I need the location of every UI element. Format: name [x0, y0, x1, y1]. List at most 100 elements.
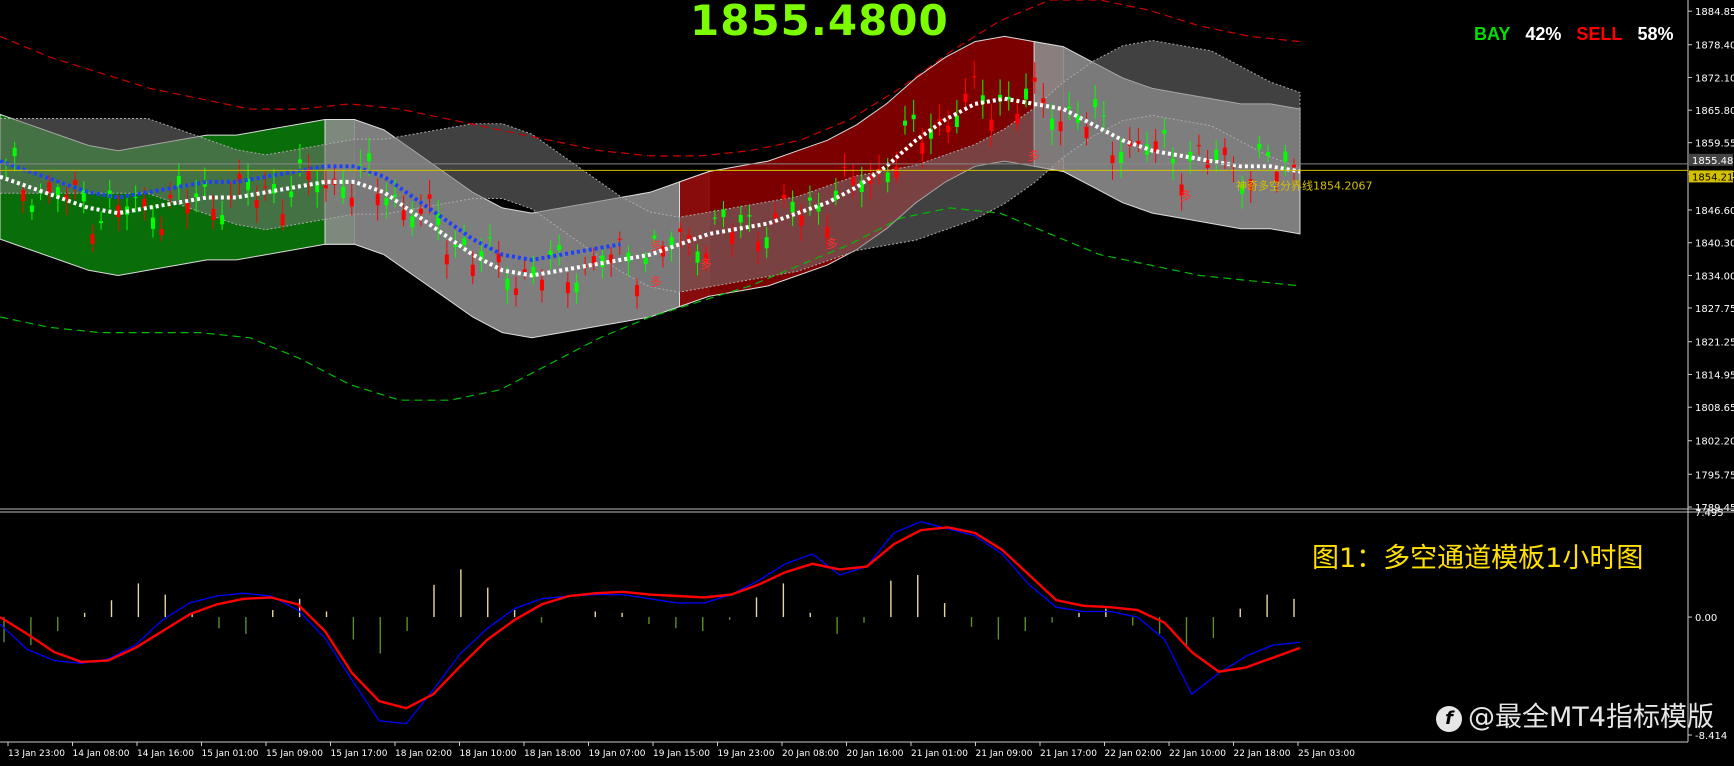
- divider-label: 神奇多空分界线1854.2067: [1236, 178, 1372, 192]
- x-tick-label: 18 Jan 10:00: [460, 749, 517, 759]
- candle-bull: [1049, 118, 1054, 130]
- buy-sell-ratio: BAY 42% SELL 58%: [1474, 24, 1683, 45]
- candle-bull: [410, 216, 415, 228]
- candle-bear: [635, 285, 640, 297]
- candle-bull: [99, 221, 104, 224]
- candle-bull: [1162, 129, 1167, 134]
- candle-bull: [297, 159, 302, 164]
- y-tick-label: 1865.80: [1695, 106, 1734, 117]
- y-tick-label: 1884.85: [1695, 7, 1734, 18]
- brand-logo-icon: f: [1436, 705, 1462, 732]
- x-tick-label: 13 Jan 23:00: [8, 749, 65, 759]
- candle-bull: [643, 257, 648, 264]
- candle-bear: [972, 76, 977, 78]
- candle-bear: [90, 234, 95, 244]
- candle-bear: [401, 210, 406, 220]
- watermark: f @最全MT4指标模版: [1436, 695, 1714, 734]
- y-tick-label: 1840.30: [1695, 239, 1734, 250]
- arrow-marker: 多: [650, 239, 662, 253]
- x-tick-label: 14 Jan 08:00: [73, 749, 130, 759]
- watermark-text: @最全MT4指标模版: [1468, 702, 1714, 733]
- x-tick-label: 15 Jan 09:00: [266, 749, 323, 759]
- candle-bull: [954, 115, 959, 128]
- candle-bear: [1136, 140, 1141, 145]
- candle-bear: [418, 208, 423, 214]
- candle-bear: [946, 125, 951, 133]
- y-tick-label: 1814.95: [1695, 370, 1734, 381]
- candle-bear: [185, 202, 190, 214]
- candle-bear: [678, 228, 683, 233]
- candle-bear: [1015, 113, 1020, 124]
- x-tick-label: 22 Jan 18:00: [1234, 749, 1291, 759]
- bay-label: BAY: [1474, 24, 1511, 44]
- candle-bear: [565, 282, 570, 294]
- candle-bull: [1101, 115, 1106, 117]
- y-tick-label: 1872.10: [1695, 73, 1734, 84]
- arrow-marker: 多: [826, 237, 838, 251]
- candle-bull: [289, 191, 294, 198]
- candle-bull: [1093, 99, 1098, 108]
- candle-bear: [323, 185, 328, 189]
- candle-bear: [514, 288, 519, 295]
- candle-bear: [1084, 126, 1089, 139]
- signal-line: [0, 521, 1301, 725]
- arrow-marker: 多: [1180, 189, 1192, 203]
- candle-bull: [462, 238, 467, 246]
- candle-bull: [712, 217, 717, 219]
- candle-bear: [427, 194, 432, 199]
- candle-bear: [1058, 121, 1063, 132]
- candle-bear: [963, 93, 968, 103]
- osc-y-tick-label: 0.00: [1695, 613, 1717, 624]
- candle-bull: [738, 214, 743, 223]
- candle-bear: [1110, 155, 1115, 165]
- sell-label: SELL: [1576, 24, 1623, 44]
- chart-canvas: 神奇多空分界线1854.2067多多多 多多多1884.851878.401872…: [0, 0, 1734, 759]
- candle-bull: [384, 198, 389, 206]
- candle-bear: [47, 182, 52, 193]
- x-tick-label: 22 Jan 02:00: [1105, 749, 1162, 759]
- current-price: 1855.4800: [690, 0, 949, 45]
- candle-bear: [756, 241, 761, 251]
- candle-bear: [168, 194, 173, 199]
- y-tick-label: 1846.60: [1695, 206, 1734, 217]
- candle-bull: [747, 215, 752, 217]
- candle-bull: [488, 237, 493, 239]
- candle-bear: [375, 193, 380, 206]
- candle-bull: [1257, 143, 1262, 150]
- candle-bear: [1196, 145, 1201, 147]
- y-tick-label: 1834.00: [1695, 271, 1734, 282]
- candle-bull: [150, 217, 155, 229]
- candle-bull: [1188, 151, 1193, 162]
- candle-bull: [557, 245, 562, 251]
- candle-bear: [306, 169, 311, 181]
- x-tick-label: 19 Jan 07:00: [589, 749, 646, 759]
- candle-bull: [1214, 149, 1219, 162]
- candle-bull: [807, 197, 812, 201]
- candle-bear: [1032, 77, 1037, 82]
- candle-bull: [721, 209, 726, 218]
- candle-bear: [851, 176, 856, 186]
- candle-bear: [773, 213, 778, 219]
- bay-pct: 42%: [1525, 24, 1562, 44]
- candle-bull: [453, 244, 458, 248]
- x-tick-label: 22 Jan 10:00: [1169, 749, 1226, 759]
- candle-bull: [548, 250, 553, 256]
- candle-bull: [574, 282, 579, 293]
- x-tick-label: 18 Jan 02:00: [395, 749, 452, 759]
- x-tick-label: 15 Jan 17:00: [331, 749, 388, 759]
- candle-bear: [1222, 147, 1227, 156]
- candle-bull: [1024, 88, 1029, 100]
- candle-bear: [842, 166, 847, 168]
- candle-bull: [12, 147, 17, 157]
- candle-bull: [29, 205, 34, 213]
- chart-window: 神奇多空分界线1854.2067 多多多多多多 1884.85 1878.40 1872…: [0, 0, 1734, 762]
- candle-bear: [1292, 164, 1296, 168]
- candle-bear: [522, 269, 527, 272]
- osc-y-tick-label: 7.495: [1695, 508, 1724, 519]
- candle-bull: [695, 251, 700, 263]
- x-tick-label: 18 Jan 18:00: [524, 749, 581, 759]
- x-tick-label: 21 Jan 17:00: [1040, 749, 1097, 759]
- arrow-marker: 多: [700, 257, 712, 271]
- candle-bull: [220, 215, 225, 225]
- x-tick-label: 19 Jan 15:00: [653, 749, 710, 759]
